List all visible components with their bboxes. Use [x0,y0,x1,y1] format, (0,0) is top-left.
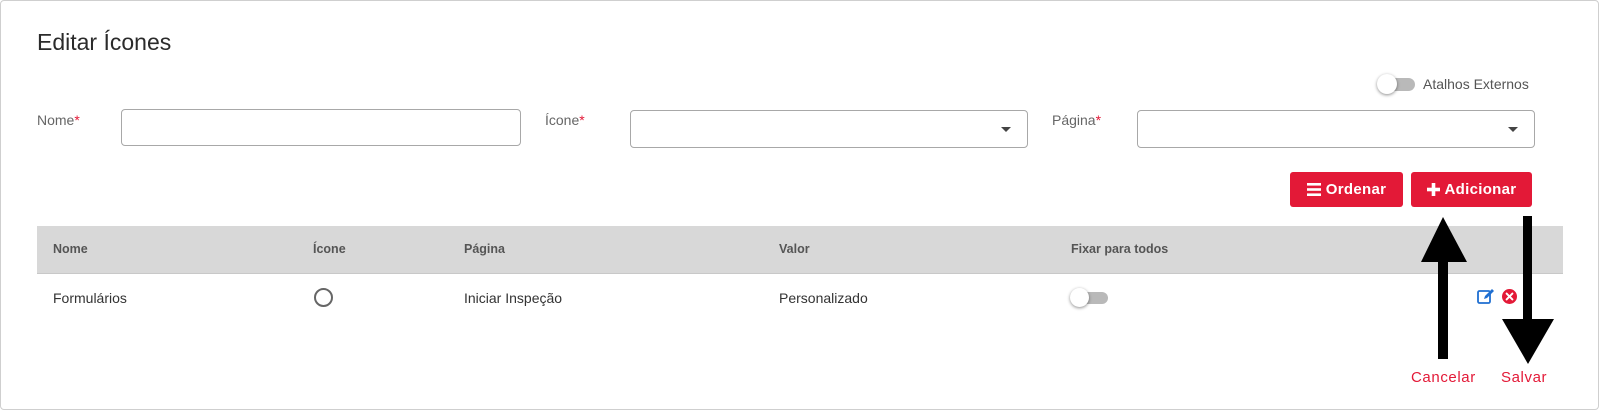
name-field-label: Nome* [37,112,80,128]
external-shortcuts-toggle[interactable]: Atalhos Externos [1377,73,1529,95]
column-header-name: Nome [53,242,88,256]
edit-icon[interactable] [1477,288,1495,310]
row-value: Personalizado [779,290,868,306]
external-shortcuts-label: Atalhos Externos [1423,76,1529,92]
page-select[interactable] [1137,110,1535,148]
column-header-value: Valor [779,242,810,256]
list-icon [1306,183,1321,196]
order-button[interactable]: Ordenar [1290,172,1403,207]
edit-icons-dialog: Editar Ícones Atalhos Externos Nome* Íco… [0,0,1599,410]
column-header-icon: Ícone [313,242,346,256]
icons-table: Nome Ícone Página Valor Fixar para todos… [37,226,1563,320]
row-page: Iniciar Inspeção [464,290,563,306]
external-shortcuts-switch[interactable] [1377,73,1415,95]
arrow-down-icon [1502,216,1554,364]
chevron-down-icon [1508,127,1518,132]
page-field-label: Página* [1052,112,1102,128]
dialog-title: Editar Ícones [37,29,172,55]
table-header: Nome Ícone Página Valor Fixar para todos [37,226,1563,274]
row-name: Formulários [53,290,127,306]
circle-outline-icon [314,288,333,307]
column-header-page: Página [464,242,505,256]
add-button[interactable]: Adicionar [1411,172,1532,207]
arrow-up-icon [1421,217,1467,359]
name-input[interactable] [121,109,521,146]
save-button[interactable]: Salvar [1501,369,1547,386]
plus-icon [1426,183,1440,196]
icon-select[interactable] [630,110,1028,148]
column-header-fix-for-all: Fixar para todos [1071,242,1169,256]
table-row: Formulários Iniciar Inspeção Personaliza… [37,274,1563,320]
icon-field-label: Ícone* [545,112,585,128]
chevron-down-icon [1001,127,1011,132]
fix-for-all-switch[interactable] [1070,287,1108,309]
cancel-button[interactable]: Cancelar [1411,369,1476,386]
